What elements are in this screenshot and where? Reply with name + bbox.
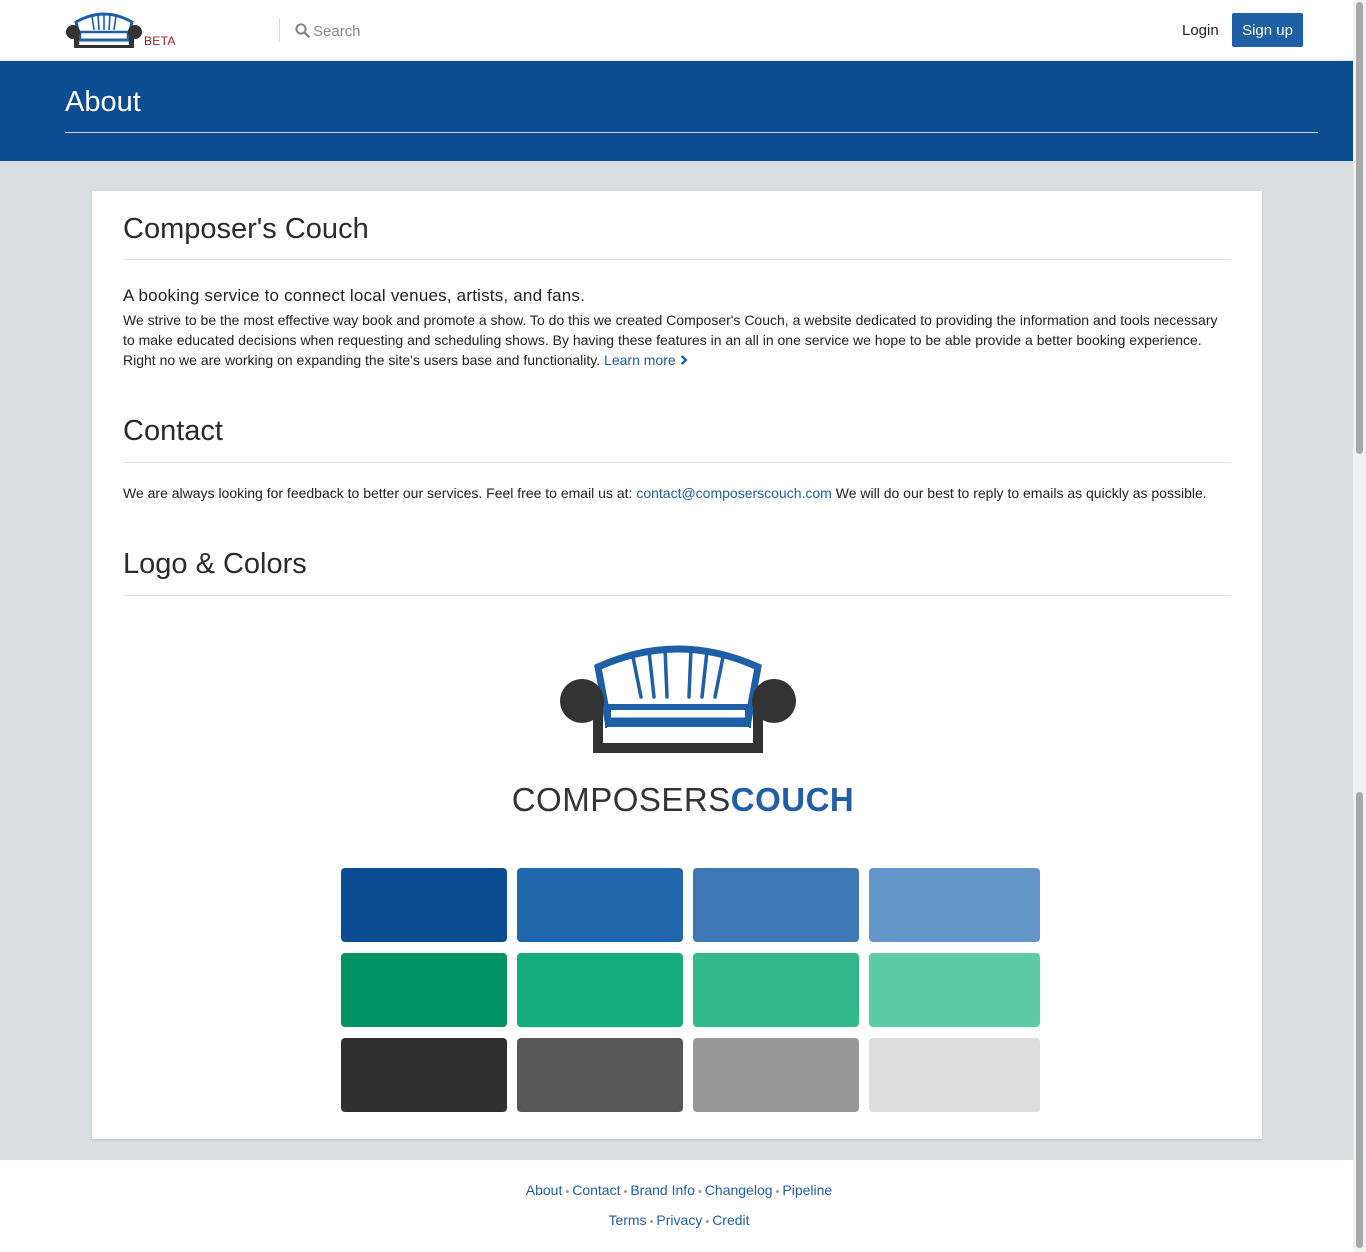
chevron-right-icon (680, 355, 688, 365)
color-swatch (869, 868, 1040, 942)
beta-badge: BETA (144, 34, 176, 48)
color-swatch (517, 868, 683, 942)
color-swatch (869, 1038, 1040, 1112)
footer-link-about[interactable]: About (526, 1182, 563, 1198)
login-link[interactable]: Login (1176, 20, 1225, 41)
section-divider (123, 259, 1231, 260)
contact-body-before: We are always looking for feedback to be… (123, 485, 633, 501)
footer-separator: • (775, 1186, 780, 1198)
section-title-about: Composer's Couch (123, 213, 369, 245)
page-header: About (0, 61, 1353, 161)
color-swatch (341, 1038, 507, 1112)
footer-link-credit[interactable]: Credit (712, 1212, 749, 1228)
section-title-logo-colors: Logo & Colors (123, 548, 307, 580)
footer-separator: • (697, 1186, 702, 1198)
search-input[interactable] (313, 19, 593, 43)
about-card: Composer's Couch A booking service to co… (92, 191, 1262, 1139)
scrollbar-thumb[interactable] (1356, 792, 1363, 1248)
color-palette (341, 868, 1041, 1112)
footer-separator: • (565, 1186, 570, 1198)
page-title: About (65, 86, 141, 118)
contact-paragraph: We are always looking for feedback to be… (123, 483, 1233, 503)
color-swatch (693, 953, 859, 1027)
contact-body-after: We will do our best to reply to emails a… (835, 485, 1207, 501)
contact-email-link[interactable]: contact@composerscouch.com (636, 485, 832, 501)
tagline: A booking service to connect local venue… (123, 286, 586, 305)
wordmark-light: COMPOSERS (511, 781, 731, 818)
color-swatch (693, 868, 859, 942)
footer-link-privacy[interactable]: Privacy (656, 1212, 702, 1228)
couch-logo-large-icon (560, 645, 796, 753)
wordmark-bold: COUCH (730, 781, 855, 818)
brand-logo-link[interactable]: BETA (64, 8, 184, 52)
color-swatch (517, 1038, 683, 1112)
search-box[interactable] (295, 19, 595, 43)
top-navbar: BETA Login Sign up (0, 0, 1353, 61)
logo-wordmark: COMPOSERSCOUCH (503, 781, 863, 819)
brand-logo: COMPOSERSCOUCH (503, 639, 863, 829)
color-swatch (869, 953, 1040, 1027)
scrollbar-thumb[interactable] (1356, 2, 1363, 454)
section-divider (123, 462, 1231, 463)
signup-button[interactable]: Sign up (1232, 13, 1303, 47)
footer-link-changelog[interactable]: Changelog (705, 1182, 773, 1198)
search-icon (295, 23, 310, 38)
learn-more-link[interactable]: Learn more (604, 352, 688, 368)
nav-divider (279, 18, 280, 42)
footer-separator: • (623, 1186, 628, 1198)
color-swatch (517, 953, 683, 1027)
footer-link-brand-info[interactable]: Brand Info (630, 1182, 695, 1198)
footer-links-primary: About • Contact • Brand Info • Changelog • Pipel… (0, 1182, 1358, 1198)
color-swatch (341, 868, 507, 942)
couch-logo-icon (66, 12, 142, 48)
footer-link-contact[interactable]: Contact (572, 1182, 620, 1198)
header-divider (65, 132, 1318, 133)
footer-links-secondary: Terms • Privacy • Credit (0, 1212, 1358, 1228)
footer-separator: • (705, 1216, 710, 1228)
footer-separator: • (649, 1216, 654, 1228)
color-swatch (693, 1038, 859, 1112)
color-swatch (341, 953, 507, 1027)
page-scrollbar[interactable] (1353, 0, 1366, 1252)
footer-link-terms[interactable]: Terms (608, 1212, 646, 1228)
section-divider (123, 595, 1231, 596)
footer: About • Contact • Brand Info • Changelog • Pipel… (0, 1160, 1353, 1252)
learn-more-label: Learn more (604, 352, 676, 368)
about-paragraph: We strive to be the most effective way b… (123, 310, 1233, 370)
section-title-contact: Contact (123, 415, 223, 447)
footer-link-pipeline[interactable]: Pipeline (782, 1182, 832, 1198)
